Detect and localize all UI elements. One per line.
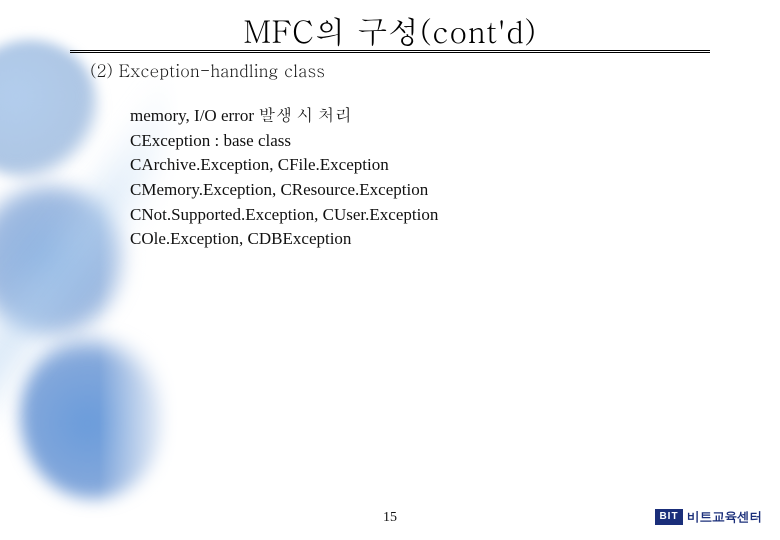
body-line: CMemory.Exception, CResource.Exception	[130, 178, 438, 203]
body-line: CArchive.Exception, CFile.Exception	[130, 153, 438, 178]
slide-title: MFC의 구성(cont'd)	[243, 8, 536, 52]
body-line: CNot.Supported.Exception, CUser.Exceptio…	[130, 203, 438, 228]
logo-text: 비트교육센터	[687, 507, 762, 526]
body-text-block: memory, I/O error 발생 시 처리 CException : b…	[130, 104, 438, 252]
section-subtitle: (2) Exception-handling class	[90, 58, 325, 82]
slide-title-row: MFC의 구성(cont'd)	[0, 8, 780, 52]
body-line: CException : base class	[130, 129, 438, 154]
slide: MFC의 구성(cont'd) (2) Exception-handling c…	[0, 0, 780, 540]
body-line: memory, I/O error 발생 시 처리	[130, 104, 438, 129]
logo-mark: BIT	[655, 509, 683, 525]
body-line: COle.Exception, CDBException	[130, 227, 438, 252]
footer-logo: BIT 비트교육센터	[655, 507, 762, 526]
title-underline	[70, 50, 710, 53]
